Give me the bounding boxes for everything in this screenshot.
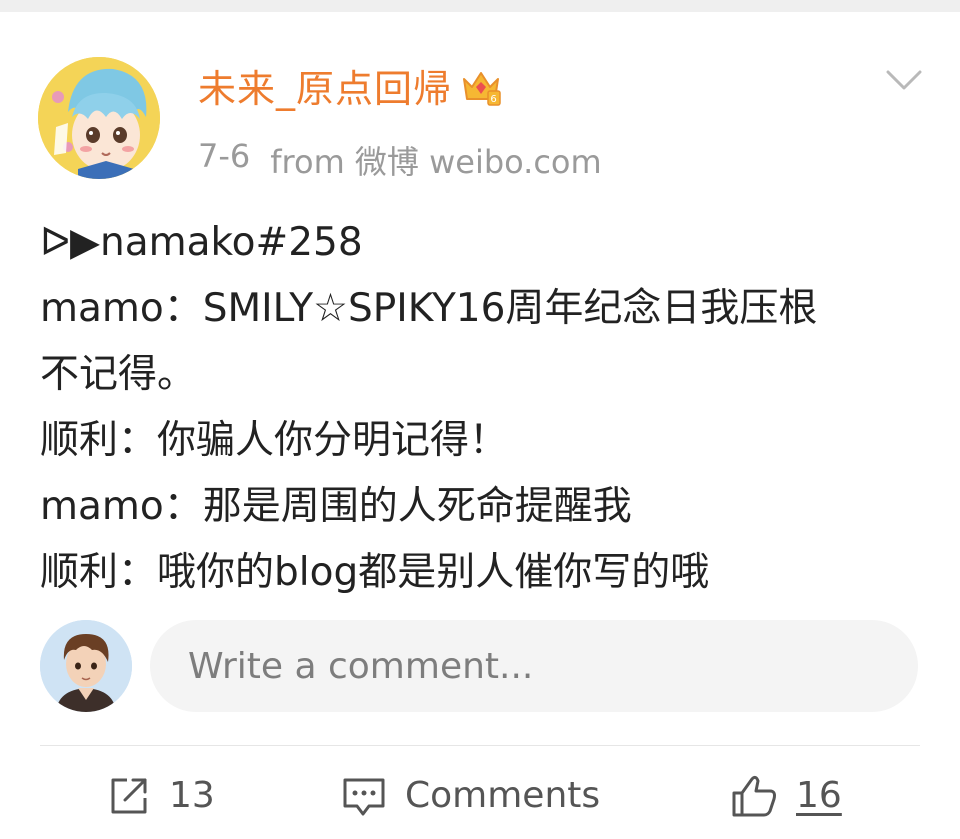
svg-text:6: 6 [490,94,497,105]
divider [40,745,920,746]
action-bar: 13 Comments 16 [0,752,960,839]
post-line: 顺利：你骗人你分明记得！ [40,418,509,463]
like-count: 16 [796,775,842,816]
thumbs-up-icon [730,773,778,819]
post-source: from 微博 weibo.com [270,143,602,181]
post-text: ᐅ▶namako#258 mamo：SMILY☆SPIKY16周年纪念日我压根 … [40,210,920,606]
post-line: 顺利：哦你的blog都是别人催你写的哦 [40,550,710,595]
post-date: 7-6 [198,137,251,175]
comment-input[interactable] [150,620,918,712]
post-line: mamo：SMILY☆SPIKY16周年纪念日我压根 [40,286,818,331]
post-line: 不记得。 [40,352,197,397]
comment-row [40,620,920,712]
share-icon [107,774,151,818]
post-line: mamo：那是周围的人死命提醒我 [40,484,632,529]
user-avatar[interactable] [40,620,132,712]
comments-button[interactable]: Comments [341,752,600,839]
author-avatar[interactable] [38,57,160,179]
crown-icon: 6 [460,65,502,107]
comment-icon [341,774,387,818]
repost-count: 13 [169,775,215,816]
top-bar [0,0,960,12]
author-name-text[interactable]: 未来_原点回帰 [198,58,452,113]
post-line: ᐅ▶namako#258 [40,220,363,265]
like-button[interactable]: 16 [730,752,842,839]
author-name[interactable]: 未来_原点回帰 6 [198,58,502,113]
comments-label: Comments [405,775,601,816]
repost-button[interactable]: 13 [107,752,215,839]
post-meta: 7-6 from 微博 weibo.com [198,137,602,183]
chevron-down-icon[interactable] [884,66,924,96]
